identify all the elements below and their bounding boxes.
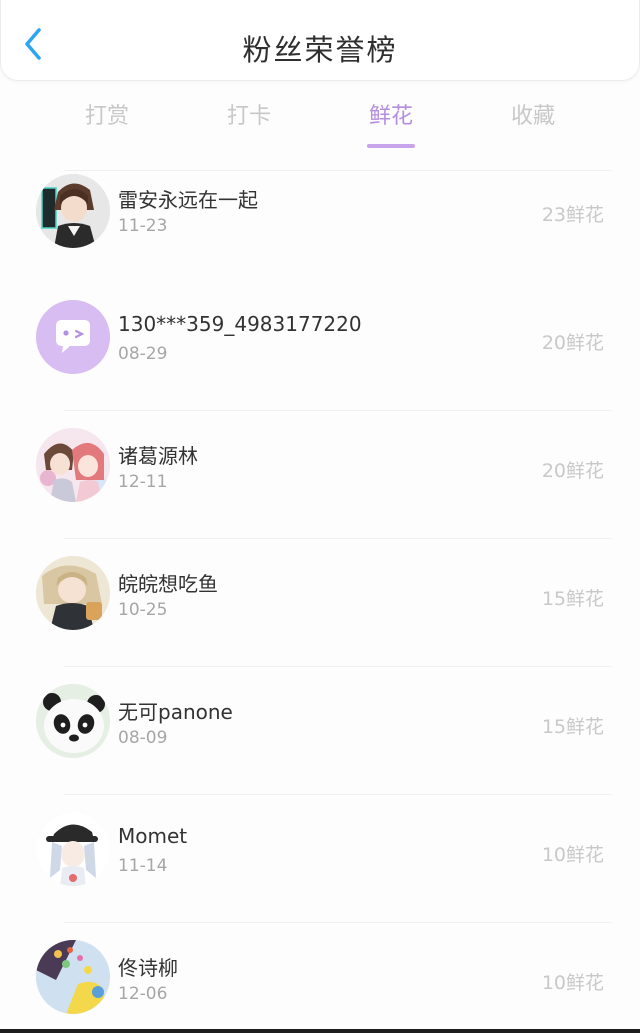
fan-date: 08-09: [118, 728, 168, 748]
fan-date: 10-25: [118, 600, 168, 620]
list-item[interactable]: Momet 11-14 10鲜花: [0, 810, 640, 938]
divider: [64, 666, 612, 667]
list-item[interactable]: 雷安永远在一起 11-23 23鲜花: [0, 170, 640, 298]
anime-pair-avatar[interactable]: [36, 428, 110, 502]
flower-count: 10鲜花: [541, 972, 604, 994]
list-item[interactable]: 佟诗柳 12-06 10鲜花: [0, 938, 640, 1033]
fan-name: Momet: [118, 824, 188, 848]
divider: [64, 794, 612, 795]
flower-count: 15鲜花: [541, 716, 604, 738]
anime-girl-avatar[interactable]: [36, 556, 110, 630]
flower-count: 10鲜花: [541, 844, 604, 866]
flower-count: 20鲜花: [541, 460, 604, 482]
fan-name: 无可panone: [118, 700, 233, 724]
panda-avatar[interactable]: [36, 684, 110, 758]
list-item[interactable]: 无可panone 08-09 15鲜花: [0, 682, 640, 810]
fan-name: 皖皖想吃鱼: [118, 572, 218, 596]
list-item[interactable]: 130***359_4983177220 08-29 20鲜花: [0, 298, 640, 426]
anime-boy-avatar[interactable]: [36, 174, 110, 248]
fan-name: 130***359_4983177220: [118, 312, 362, 336]
list-item[interactable]: 诸葛源林 12-11 20鲜花: [0, 426, 640, 554]
tab-checkin[interactable]: 打卡: [194, 98, 304, 130]
tab-flowers[interactable]: 鲜花: [336, 98, 446, 130]
fan-date: 12-06: [118, 984, 168, 1004]
bottom-edge: [0, 1029, 640, 1033]
tab-bar: 打赏 打卡 鲜花 收藏: [0, 98, 640, 154]
flower-count: 15鲜花: [541, 588, 604, 610]
tab-tips[interactable]: 打赏: [52, 98, 162, 130]
divider: [64, 538, 612, 539]
flower-count: 23鲜花: [541, 204, 604, 226]
fan-date: 11-23: [118, 216, 168, 236]
top-bar: 粉丝荣誉榜: [0, 0, 640, 81]
flower-count: 20鲜花: [541, 332, 604, 354]
tab-favorites[interactable]: 收藏: [478, 98, 588, 130]
fan-name: 佟诗柳: [118, 956, 178, 980]
default-chat-avatar[interactable]: [36, 300, 110, 374]
fan-date: 08-29: [118, 344, 168, 364]
fan-date: 11-14: [118, 856, 168, 876]
divider: [64, 410, 612, 411]
list-item[interactable]: 皖皖想吃鱼 10-25 15鲜花: [0, 554, 640, 682]
fan-name: 雷安永远在一起: [118, 188, 258, 212]
fan-honor-page: 粉丝荣誉榜 打赏 打卡 鲜花 收藏 雷安永远在一起 11-23 23鲜花 130…: [0, 0, 640, 1033]
fan-name: 诸葛源林: [118, 444, 198, 468]
cap-girl-avatar[interactable]: [36, 812, 110, 886]
divider: [64, 170, 612, 171]
active-tab-indicator: [367, 144, 415, 148]
page-title: 粉丝荣誉榜: [242, 33, 398, 67]
divider: [64, 922, 612, 923]
colorful-avatar[interactable]: [36, 940, 110, 1014]
fan-date: 12-11: [118, 472, 168, 492]
